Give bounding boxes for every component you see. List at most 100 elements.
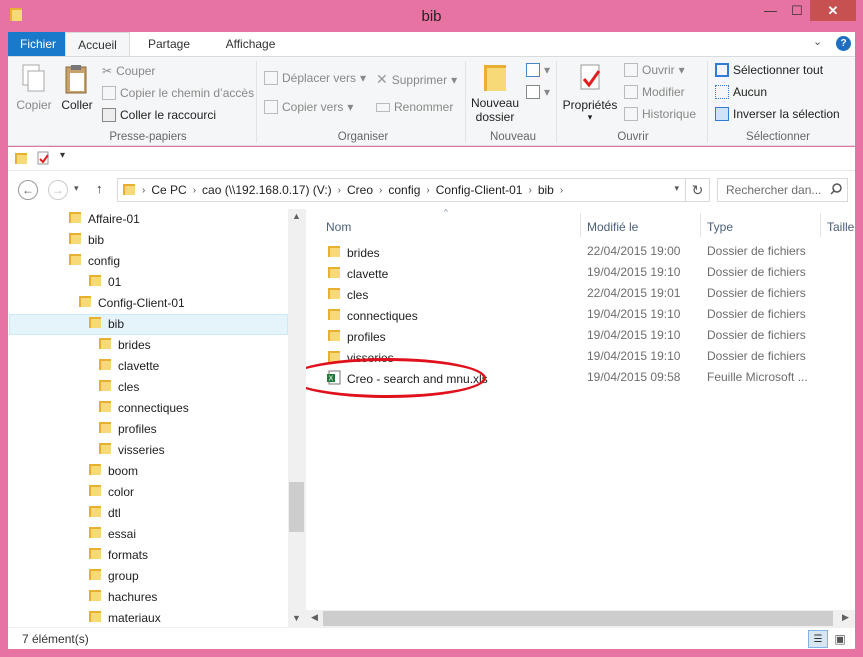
recent-locations-icon[interactable]: ▾	[74, 183, 79, 194]
tree-item[interactable]: materiaux	[88, 607, 161, 627]
paste-button[interactable]: Coller	[58, 63, 96, 112]
tree-item[interactable]: bib	[88, 313, 124, 334]
file-type: Dossier de fichiers	[707, 286, 806, 300]
tree-item[interactable]: essai	[88, 523, 136, 544]
copy-button[interactable]: Copier	[14, 63, 54, 112]
breadcrumb-separator-icon[interactable]: ›	[336, 185, 343, 196]
file-date: 19/04/2015 19:10	[587, 328, 681, 342]
scroll-down-icon[interactable]: ▼	[292, 613, 301, 623]
minimize-button[interactable]: —	[757, 0, 784, 21]
chevron-down-icon[interactable]: ⌄	[813, 35, 822, 48]
tree-item[interactable]: hachures	[88, 586, 157, 607]
close-button[interactable]: ✕	[810, 0, 856, 21]
address-dropdown-icon[interactable]: ▾	[674, 183, 679, 194]
table-row[interactable]: brides 22/04/2015 19:00 Dossier de fichier…	[306, 240, 855, 261]
tree-item[interactable]: connectiques	[98, 397, 189, 418]
details-view-button[interactable]: ☰	[808, 630, 828, 648]
navigation-scrollbar[interactable]: ▲ ▼	[288, 209, 305, 627]
customize-dropdown-icon[interactable]: ▾	[60, 150, 65, 161]
back-button[interactable]: ←	[18, 180, 38, 200]
invert-selection-button[interactable]: Inverser la sélection	[715, 107, 840, 121]
paste-shortcut-button[interactable]: Coller le raccourci	[102, 108, 216, 122]
forward-button[interactable]: →	[48, 180, 68, 200]
breadcrumb[interactable]: cao (\\192.168.0.17) (V:)	[198, 183, 336, 197]
breadcrumb-separator-icon[interactable]: ›	[526, 185, 533, 196]
paste-shortcut-label: Coller le raccourci	[120, 108, 217, 122]
tab-partage[interactable]: Partage	[130, 32, 208, 56]
breadcrumb[interactable]: config	[384, 183, 424, 197]
tree-item[interactable]: Affaire-01	[68, 209, 140, 229]
properties-icon[interactable]	[36, 151, 50, 168]
table-row[interactable]: cles 22/04/2015 19:01 Dossier de fichiers	[306, 282, 855, 303]
table-row[interactable]: X Creo - search and mnu.xls 19/04/2015 09:…	[306, 366, 855, 387]
scrollbar-thumb[interactable]	[323, 611, 833, 626]
table-row[interactable]: profiles 19/04/2015 19:10 Dossier de fichi…	[306, 324, 855, 345]
delete-button[interactable]: ✕ Supprimer ▾	[376, 71, 457, 88]
column-header-modified[interactable]: Modifié le	[581, 213, 638, 241]
folder-icon	[327, 307, 341, 324]
tree-item[interactable]: Config-Client-01	[78, 292, 185, 313]
help-icon[interactable]: ?	[836, 36, 851, 51]
folder-icon	[88, 546, 102, 563]
table-row[interactable]: connectiques 19/04/2015 19:10 Dossier de f…	[306, 303, 855, 324]
table-row[interactable]: visseries 19/04/2015 19:10 Dossier de fich…	[306, 345, 855, 366]
select-none-button[interactable]: Aucun	[715, 85, 767, 99]
tree-item[interactable]: group	[88, 565, 139, 586]
folder-icon[interactable]	[14, 151, 28, 168]
breadcrumb[interactable]: bib	[534, 183, 558, 197]
tree-item[interactable]: bib	[68, 229, 104, 250]
tree-item[interactable]: 01	[88, 271, 121, 292]
cut-button[interactable]: ✂ Couper	[102, 64, 155, 78]
breadcrumb-separator-icon[interactable]: ›	[191, 185, 198, 196]
tab-affichage[interactable]: Affichage	[208, 32, 293, 56]
breadcrumb[interactable]: Ce PC	[147, 183, 190, 197]
copy-path-button[interactable]: Copier le chemin d’accès	[102, 86, 254, 100]
tree-item[interactable]: brides	[98, 334, 151, 355]
breadcrumb-separator-icon[interactable]: ›	[140, 185, 147, 196]
tab-accueil[interactable]: Accueil	[65, 32, 130, 56]
rename-button[interactable]: Renommer	[376, 100, 453, 114]
tree-item[interactable]: cles	[98, 376, 139, 397]
history-button[interactable]: Historique	[624, 107, 696, 121]
new-folder-button[interactable]: Nouveau dossier	[470, 61, 520, 124]
column-header-type[interactable]: Type	[701, 213, 733, 241]
scrollbar-thumb[interactable]	[289, 482, 304, 532]
breadcrumb[interactable]: Creo	[343, 183, 377, 197]
select-all-button[interactable]: Sélectionner tout	[715, 63, 823, 77]
tree-item[interactable]: config	[68, 250, 120, 271]
column-header-size[interactable]: Taille	[821, 213, 854, 241]
refresh-button[interactable]: ↻	[686, 178, 710, 202]
tree-item[interactable]: color	[88, 481, 134, 502]
copy-to-button[interactable]: Copier vers ▾	[264, 100, 353, 114]
scroll-up-icon[interactable]: ▲	[292, 211, 301, 221]
breadcrumb-separator-icon[interactable]: ›	[377, 185, 384, 196]
breadcrumb-separator-icon[interactable]: ›	[424, 185, 431, 196]
large-icons-view-button[interactable]: ▣	[830, 630, 850, 648]
tree-item[interactable]: visseries	[98, 439, 165, 460]
easy-access-button[interactable]: ▾	[526, 85, 550, 99]
scroll-left-icon[interactable]: ◀	[311, 612, 318, 623]
tab-fichier[interactable]: Fichier	[8, 32, 65, 56]
scroll-right-icon[interactable]: ▶	[842, 612, 849, 623]
tree-item[interactable]: dtl	[88, 502, 121, 523]
address-bar[interactable]: › Ce PC › cao (\\192.168.0.17) (V:) › Cr…	[117, 178, 686, 202]
tree-item[interactable]: formats	[88, 544, 148, 565]
properties-button[interactable]: Propriétés ▾	[562, 63, 618, 123]
search-input[interactable]: Rechercher dan...	[717, 178, 848, 202]
tree-item[interactable]: clavette	[98, 355, 159, 376]
new-item-button[interactable]: ▾	[526, 63, 550, 77]
edit-button[interactable]: Modifier	[624, 85, 685, 99]
delete-label: Supprimer	[391, 72, 448, 87]
search-icon[interactable]	[830, 183, 849, 198]
table-row[interactable]: clavette 19/04/2015 19:10 Dossier de fichi…	[306, 261, 855, 282]
move-to-button[interactable]: Déplacer vers ▾	[264, 71, 366, 85]
tree-item[interactable]: boom	[88, 460, 138, 481]
open-button[interactable]: Ouvrir ▾	[624, 63, 685, 77]
maximize-button[interactable]: ☐	[784, 0, 810, 21]
breadcrumb[interactable]: Config-Client-01	[432, 183, 527, 197]
horizontal-scrollbar[interactable]: ◀ ▶	[306, 610, 855, 627]
breadcrumb-separator-icon[interactable]: ›	[558, 185, 565, 196]
column-header-name[interactable]: Nom	[320, 213, 351, 241]
tree-item[interactable]: profiles	[98, 418, 157, 439]
up-arrow-icon[interactable]: ↑	[96, 181, 103, 196]
